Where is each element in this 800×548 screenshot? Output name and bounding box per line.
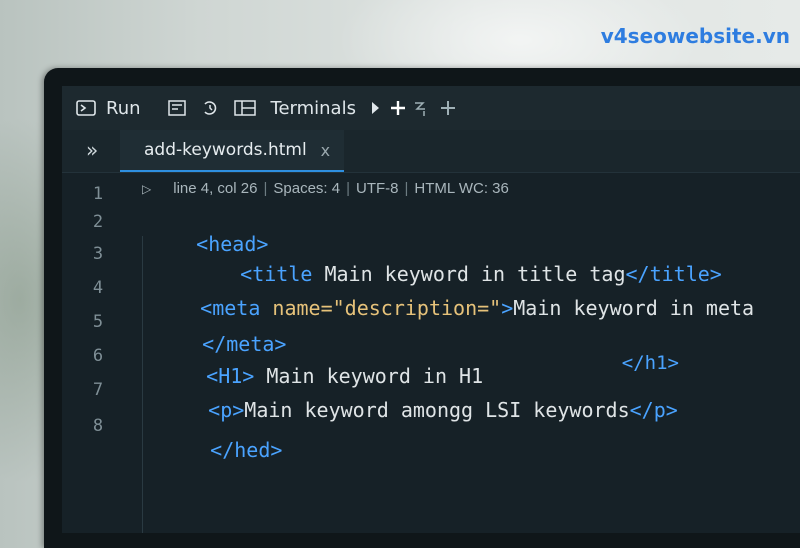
html-tag: </h1> (621, 352, 679, 374)
indentation-setting[interactable]: Spaces: 4 (273, 180, 340, 197)
split-terminal-icon[interactable] (412, 99, 428, 117)
language-mode[interactable]: HTML WC: 36 (414, 180, 508, 197)
play-icon[interactable] (370, 101, 380, 115)
html-tag: > (501, 296, 514, 320)
close-icon[interactable]: x (321, 141, 330, 160)
chevron-right-icon[interactable]: » (86, 138, 98, 162)
editor-screen: Run Terminals » add-keywords.html x ▷ li… (62, 86, 800, 533)
indent-guide (142, 236, 143, 533)
terminal-icon[interactable] (76, 100, 96, 116)
line-number: 3 (92, 244, 104, 264)
line-number: 5 (92, 312, 104, 332)
code-text: Main keyword amongg LSI keywords (244, 398, 630, 422)
html-tag: </hed> (210, 438, 283, 462)
status-bar: ▷ line 4, col 26 | Spaces: 4 | UTF-8 | H… (142, 180, 509, 197)
code-text: Main keyword in meta (513, 296, 755, 320)
separator: | (263, 180, 268, 197)
line-number: 8 (92, 416, 104, 436)
tab-add-keywords[interactable]: add-keywords.html x (120, 130, 344, 172)
line-number: 4 (92, 278, 104, 298)
separator: | (404, 180, 409, 197)
watermark-text: v4seowebsite.vn (600, 24, 790, 48)
code-line-8[interactable]: </hed> (162, 414, 282, 486)
debug-console-icon[interactable] (167, 99, 187, 117)
terminals-menu[interactable]: Terminals (271, 98, 356, 119)
line-number: 2 (92, 212, 104, 232)
tab-label: add-keywords.html (144, 140, 307, 160)
attribute-value: "description=" (332, 296, 502, 320)
run-button[interactable]: Run (106, 98, 141, 119)
cursor-position: line 4, col 26 (173, 180, 258, 197)
add-icon[interactable] (390, 100, 406, 116)
expand-caret-icon[interactable]: ▷ (142, 182, 151, 196)
line-number: 1 (92, 184, 104, 204)
line-number: 7 (92, 380, 104, 400)
panel-layout-icon[interactable] (233, 99, 257, 117)
encoding-setting[interactable]: UTF-8 (356, 180, 399, 197)
new-icon[interactable] (440, 100, 456, 116)
history-icon[interactable] (201, 99, 219, 117)
toolbar: Run Terminals (62, 86, 800, 130)
separator: | (346, 180, 350, 197)
line-number: 6 (92, 346, 104, 366)
html-tag: </p> (629, 398, 678, 422)
tab-bar: » add-keywords.html x (62, 130, 800, 173)
